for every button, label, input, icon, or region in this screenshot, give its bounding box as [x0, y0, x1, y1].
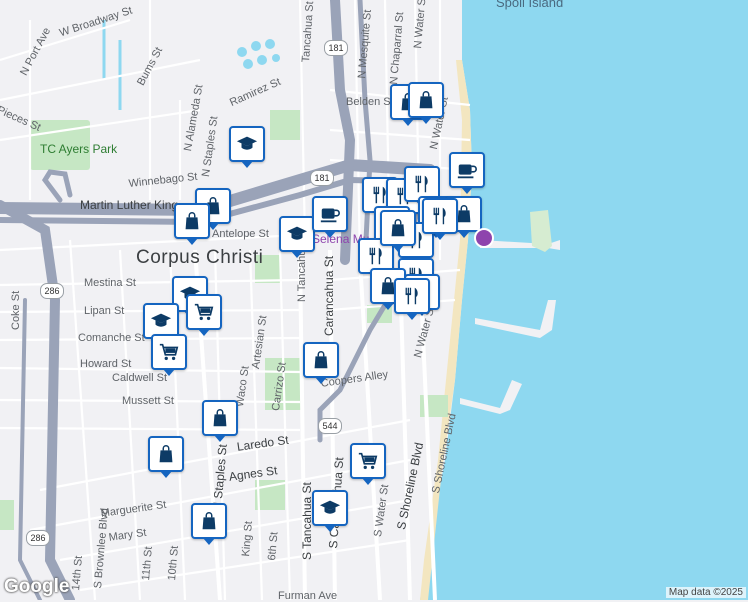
shopping-bag-icon [202, 512, 216, 530]
street-label: Mussett St [122, 395, 174, 407]
graduation-cap-icon [236, 136, 258, 150]
shopping-cart-icon [194, 303, 214, 321]
route-shield: 286 [40, 283, 64, 299]
shopping-bag-marker[interactable] [408, 82, 444, 124]
utensils-marker[interactable] [394, 278, 430, 320]
utensils-icon [415, 175, 428, 193]
street-label: Martin Luther King [80, 198, 179, 212]
street-label: Belden St [346, 96, 394, 108]
coffee-cup-marker[interactable] [449, 152, 485, 194]
shopping-bag-icon [314, 351, 328, 369]
shopping-bag-icon [419, 91, 433, 109]
street-label: 6th St [266, 531, 281, 562]
shopping-bag-marker[interactable] [202, 400, 238, 442]
shopping-bag-icon [213, 409, 227, 427]
utensils-icon [433, 207, 446, 225]
graduation-cap-marker[interactable] [312, 490, 348, 532]
shopping-bag-marker[interactable] [174, 203, 210, 245]
bay-water [420, 0, 748, 600]
park [270, 110, 300, 140]
utensils-icon [405, 287, 418, 305]
city-label: Corpus Christi [136, 247, 264, 268]
street-label: Comanche St [78, 332, 145, 344]
shopping-cart-marker[interactable] [151, 334, 187, 376]
island-label: Spoil Island [496, 0, 564, 10]
street-label: Furman Ave [278, 590, 338, 602]
shopping-cart-marker[interactable] [350, 443, 386, 485]
shopping-bag-marker[interactable] [148, 436, 184, 478]
street-label: Howard St [80, 358, 132, 370]
graduation-cap-marker[interactable] [279, 216, 315, 258]
shopping-cart-icon [159, 343, 179, 361]
google-logo: Google [4, 576, 70, 597]
street-label: Lipan St [84, 305, 125, 317]
graduation-cap-icon [286, 226, 308, 240]
museum-pin[interactable] [474, 228, 494, 248]
shopping-bag-icon [185, 212, 199, 230]
park-label: TC Ayers Park [40, 142, 118, 156]
coffee-cup-icon [457, 164, 477, 179]
coffee-cup-marker[interactable] [312, 196, 348, 238]
street-label: Coke St [10, 290, 22, 330]
street-label: Carancahua St [322, 255, 336, 336]
park [0, 500, 14, 530]
utensils-marker[interactable] [422, 198, 458, 240]
shopping-bag-marker[interactable] [380, 210, 416, 252]
map-attribution[interactable]: Map data ©2025 [665, 587, 746, 598]
graduation-cap-icon [150, 313, 172, 327]
street-label: Mestina St [84, 277, 136, 289]
route-shield: 544 [318, 418, 342, 434]
coffee-cup-icon [320, 208, 340, 223]
utensils-icon [369, 247, 382, 265]
street-label: Caldwell St [112, 372, 168, 384]
graduation-cap-icon [319, 500, 341, 514]
shopping-cart-marker[interactable] [186, 294, 222, 336]
shopping-bag-marker[interactable] [303, 342, 339, 384]
shopping-bag-icon [159, 445, 173, 463]
route-shield: 286 [26, 530, 50, 546]
shopping-bag-icon [391, 219, 405, 237]
graduation-cap-marker[interactable] [229, 126, 265, 168]
route-shield: 181 [310, 170, 334, 186]
shopping-cart-icon [358, 452, 378, 470]
shopping-bag-marker[interactable] [191, 503, 227, 545]
route-shield: 181 [324, 40, 348, 56]
street-label: Antelope St [212, 228, 269, 240]
